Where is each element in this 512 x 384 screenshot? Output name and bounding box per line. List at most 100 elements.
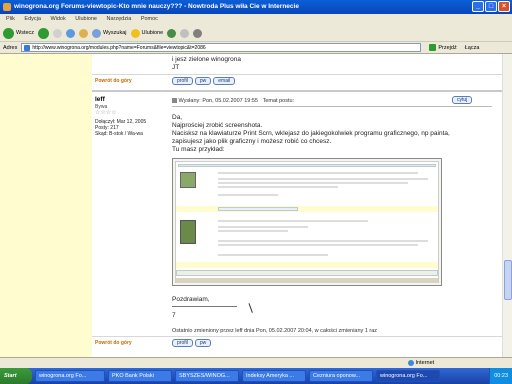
post2-top-link[interactable]: Powrót do góry: [95, 340, 132, 346]
search-icon: [92, 28, 102, 38]
post2-pw-button[interactable]: pw: [194, 339, 212, 347]
favorites-button[interactable]: Ulubione: [130, 28, 163, 38]
divider: [172, 106, 492, 107]
screenshot-detail: [218, 254, 328, 256]
screenshot-detail: [218, 220, 368, 222]
post2-line-2: Najprościej zrobić screenshota.: [172, 122, 263, 129]
post2-line-1: Da,: [172, 114, 183, 121]
search-label: Wyszukaj: [103, 30, 127, 36]
screenshot-detail: [218, 240, 428, 242]
url-input[interactable]: http://www.winogrona.org/modules.php?nam…: [21, 43, 422, 52]
home-icon[interactable]: [79, 28, 89, 38]
task-item[interactable]: SBYSZES/WINOG...: [175, 370, 239, 382]
signature-divider: [172, 306, 237, 307]
clock: 00:23: [494, 373, 508, 379]
screenshot-detail: [176, 206, 438, 212]
mouse-cursor-icon: [248, 301, 259, 313]
screenshot-detail: [218, 182, 408, 184]
system-tray: 00:23: [489, 368, 512, 384]
star-icon: [130, 28, 140, 38]
post1-profile-button[interactable]: profil: [172, 77, 193, 85]
task-item-active[interactable]: winogrona.org Fo...: [376, 370, 440, 382]
taskbar: Start winogrona.org Fo... PKO Bank Polsk…: [0, 368, 512, 384]
screenshot-detail: [218, 186, 338, 188]
post2-profile-button[interactable]: profil: [172, 339, 193, 347]
divider: [92, 74, 502, 75]
forward-button[interactable]: [38, 27, 50, 39]
menu-tools[interactable]: Narzędzia: [107, 16, 132, 22]
screenshot-detail: [176, 270, 438, 276]
post2-stars: ☆☆☆☆: [95, 110, 117, 116]
screenshot-detail: [218, 244, 418, 246]
vertical-scrollbar[interactable]: [502, 54, 512, 357]
zone-label: Internet: [415, 360, 435, 366]
divider: [92, 336, 502, 337]
post1-top-link[interactable]: Powrót do góry: [95, 78, 132, 84]
post2-author: leff: [95, 96, 105, 103]
globe-icon: [408, 359, 414, 366]
internet-zone: Internet: [408, 358, 434, 368]
search-button[interactable]: Wyszukaj: [92, 28, 127, 38]
post1-text-1: i jesz zielone winogrona: [172, 56, 242, 63]
post2-line-4: zapisujesz jako plik graficzny i możesz …: [172, 138, 332, 145]
history-icon[interactable]: [167, 28, 177, 38]
screenshot-detail: [178, 164, 436, 167]
address-label: Adres: [3, 44, 18, 51]
post1-pw-button[interactable]: pw: [194, 77, 212, 85]
post2-edited-note: Ostatnio zmieniony przez leff dnia Pon, …: [172, 328, 378, 334]
author-column: [0, 54, 92, 357]
address-bar: Adres http://www.winogrona.org/modules.p…: [0, 42, 512, 54]
refresh-icon[interactable]: [66, 28, 76, 38]
back-arrow-icon: [3, 27, 14, 39]
window-title: winogrona.org Forums-viewtopic-Kto mnie …: [14, 3, 299, 10]
go-arrow-icon[interactable]: [429, 44, 437, 51]
toolbar: Wstecz Wyszukaj Ulubione: [0, 25, 512, 42]
embedded-screenshot-image: [172, 158, 442, 286]
post1-text-2: JT: [172, 64, 180, 71]
menu-file[interactable]: Plik: [6, 16, 15, 22]
back-label: Wstecz: [16, 30, 35, 36]
menu-favorites[interactable]: Ulubione: [75, 16, 97, 22]
print-icon[interactable]: [193, 28, 203, 38]
task-item[interactable]: Cezniura oponow...: [309, 370, 373, 382]
links-button[interactable]: Łącza: [465, 45, 480, 51]
minimize-button[interactable]: _: [472, 1, 484, 12]
menu-edit[interactable]: Edycja: [24, 16, 41, 22]
stop-icon[interactable]: [53, 28, 63, 38]
screenshot-detail: [176, 278, 438, 283]
screenshot-detail: [218, 172, 418, 174]
post2-sent: Wysłany: Pon, 05.02.2007 19:55: [178, 98, 258, 104]
task-item[interactable]: winogrona.org Fo...: [35, 370, 105, 382]
task-item[interactable]: Indeksy Ameryka ...: [242, 370, 306, 382]
divider: [92, 90, 502, 92]
browser-icon: [3, 3, 11, 11]
screenshot-avatar: [180, 220, 196, 244]
page-viewport: i jesz zielone winogrona JT Powrót do gó…: [0, 54, 502, 357]
start-button[interactable]: Start: [0, 368, 32, 384]
post1-email-button[interactable]: email: [213, 77, 236, 85]
task-item[interactable]: PKO Bank Polski: [108, 370, 172, 382]
mail-icon[interactable]: [180, 28, 190, 38]
close-button[interactable]: ×: [498, 1, 510, 12]
screenshot-content: [175, 161, 439, 283]
menu-view[interactable]: Widok: [50, 16, 65, 22]
post2-greeting: Pozdrawiam,: [172, 296, 210, 303]
post2-subject: Temat postu:: [262, 98, 295, 104]
post2-header: Wysłany: Pon, 05.02.2007 19:55 Temat pos…: [172, 98, 294, 104]
quote-button[interactable]: cytuj: [452, 96, 473, 104]
maximize-button[interactable]: □: [485, 1, 497, 12]
post2-line-3: Nacisksz na klawiaturze Print Scrn, wkle…: [172, 130, 450, 137]
post2-line-5: Tu masz przykład:: [172, 146, 225, 153]
screenshot-detail: [218, 194, 278, 196]
screenshot-avatar: [180, 172, 196, 188]
post2-signature: 7: [172, 312, 176, 319]
post-icon: [172, 98, 177, 104]
screenshot-detail: [176, 262, 438, 268]
scrollbar-thumb[interactable]: [504, 260, 512, 300]
menu-help[interactable]: Pomoc: [141, 16, 158, 22]
go-button[interactable]: Przejdź: [438, 45, 456, 51]
status-bar: Internet: [0, 357, 512, 368]
back-button[interactable]: Wstecz: [3, 27, 35, 39]
screenshot-detail: [218, 207, 298, 211]
screenshot-detail: [218, 230, 288, 232]
